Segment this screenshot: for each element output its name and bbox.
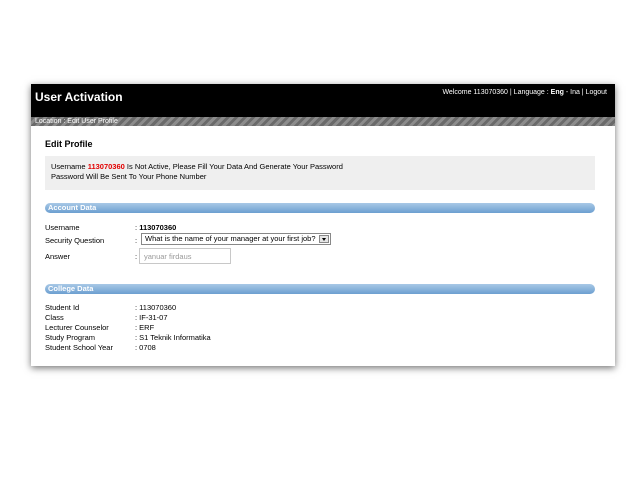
page-title: Edit Profile <box>45 139 93 149</box>
colon: : <box>135 223 138 232</box>
study-program-label: Study Program <box>45 333 96 342</box>
answer-colon: : <box>135 252 138 261</box>
username-label: Username <box>45 223 80 232</box>
breadcrumb: Location : Edit User Profile <box>35 118 118 125</box>
notice-line-1: Username 113070360 Is Not Active, Please… <box>51 162 595 172</box>
class-label: Class <box>45 313 64 322</box>
college-data-section-header: College Data <box>45 284 595 294</box>
header-bar: User Activation Welcome 113070360 | Lang… <box>31 84 615 117</box>
study-program-value: : S1 Teknik Informatika <box>135 333 211 342</box>
security-question-label: Security Question <box>45 236 105 245</box>
student-school-year-label: Student School Year <box>45 343 113 352</box>
security-question-colon: : <box>135 236 138 245</box>
answer-label: Answer <box>45 252 71 261</box>
answer-input[interactable]: yanuar firdaus <box>139 248 231 264</box>
security-question-value: What is the name of your manager at your… <box>145 234 316 243</box>
chevron-down-icon[interactable] <box>319 235 329 243</box>
language-ina-link[interactable]: Ina <box>570 89 580 96</box>
app-title: User Activation <box>35 90 123 104</box>
student-id-value: : 113070360 <box>135 303 177 312</box>
section-title: College Data <box>48 284 94 293</box>
logout-link[interactable]: Logout <box>586 89 607 96</box>
username-value: : 113070360 <box>135 223 176 232</box>
username-text: 113070360 <box>139 223 177 232</box>
student-id-label: Student Id <box>45 303 80 312</box>
welcome-text: Welcome 113070360 <box>442 89 508 96</box>
lecturer-counselor-value: : ERF <box>135 323 155 332</box>
section-title: Account Data <box>48 203 97 212</box>
lecturer-counselor-label: Lecturer Counselor <box>45 323 109 332</box>
header-links: Welcome 113070360 | Language : Eng - Ina… <box>442 89 607 96</box>
notice-message: Is Not Active, Please Fill Your Data And… <box>124 162 343 171</box>
account-data-section-header: Account Data <box>45 203 595 213</box>
notice-prefix: Username <box>51 162 88 171</box>
notice-username: 113070360 <box>87 162 125 171</box>
language-eng-link[interactable]: Eng <box>551 89 564 96</box>
notice-line-2: Password Will Be Sent To Your Phone Numb… <box>51 172 207 181</box>
app-window: User Activation Welcome 113070360 | Lang… <box>31 84 615 366</box>
notice-box: Username 113070360 Is Not Active, Please… <box>45 156 595 190</box>
language-label: Language : <box>513 89 551 96</box>
location-bar: Location : Edit User Profile <box>31 117 615 126</box>
class-value: : IF-31-07 <box>135 313 168 322</box>
student-school-year-value: : 0708 <box>135 343 156 352</box>
security-question-select[interactable]: What is the name of your manager at your… <box>141 233 331 245</box>
